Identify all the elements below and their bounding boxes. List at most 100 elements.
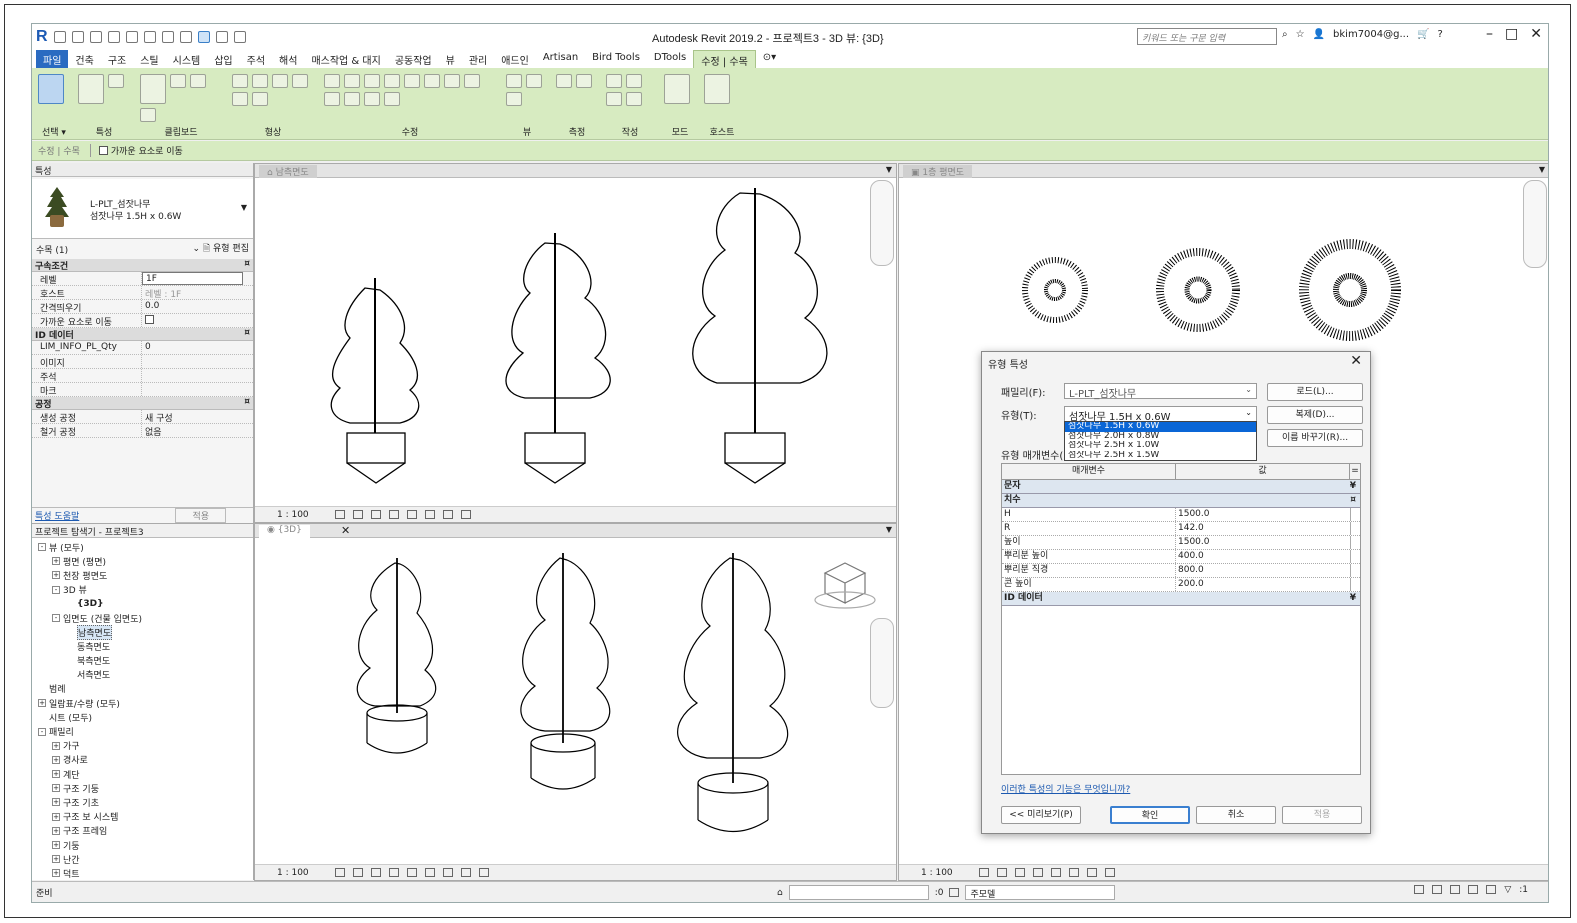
section-phasing[interactable]: 공정 ¤ <box>32 397 253 410</box>
param-formula-cell[interactable] <box>1350 522 1360 535</box>
tree-elevation-small[interactable] <box>330 278 420 484</box>
browser-node[interactable]: -뷰 (모두) <box>34 540 251 554</box>
expand-icon[interactable]: + <box>52 557 60 566</box>
param-value[interactable]: 1500.0 <box>1176 508 1350 521</box>
workset-field[interactable] <box>788 885 929 900</box>
prop-value[interactable] <box>142 314 253 327</box>
checkbox-box[interactable] <box>98 146 108 155</box>
user-name[interactable]: bkim7004@g... <box>1333 29 1409 40</box>
sun-path-icon[interactable] <box>370 510 381 519</box>
paint-icon[interactable] <box>292 74 308 88</box>
browser-node[interactable]: 서측면도 <box>34 668 251 682</box>
group-label[interactable]: 선택 ▾ <box>34 125 74 138</box>
column-header-value[interactable]: 값 <box>1176 464 1350 479</box>
view-scale[interactable]: 1 : 100 <box>921 868 953 878</box>
browser-node[interactable]: + 경사로 <box>34 753 251 767</box>
navigation-bar[interactable] <box>870 180 894 266</box>
override-icon[interactable] <box>526 74 542 88</box>
browser-node[interactable]: + 가구 <box>34 739 251 753</box>
crop-view-icon[interactable] <box>424 868 435 877</box>
temp-hide-icon[interactable] <box>478 868 489 877</box>
visual-style-icon[interactable] <box>996 868 1007 877</box>
offset-icon[interactable] <box>344 74 360 88</box>
create-assembly-icon[interactable] <box>606 92 622 106</box>
instance-filter[interactable]: 수목 (1) <box>36 243 68 256</box>
move-icon[interactable] <box>404 74 420 88</box>
temp-hide-icon[interactable] <box>442 510 453 519</box>
tab-analyze[interactable]: 해석 <box>272 50 304 68</box>
view-dropdown-icon[interactable]: ▼ <box>1539 165 1545 174</box>
expand-icon[interactable]: + <box>52 741 60 750</box>
cart-icon[interactable]: 🛒 <box>1417 29 1429 40</box>
trim-icon[interactable] <box>464 74 480 88</box>
collapse-icon[interactable]: - <box>52 585 60 594</box>
type-selector[interactable]: L-PLT_섬잣나무 섬잣나무 1.5H x 0.6W ▼ <box>32 179 253 239</box>
move-with-nearby-checkbox[interactable]: 가까운 요소로 이동 <box>89 144 183 157</box>
tag-icon[interactable] <box>161 31 174 43</box>
param-formula-cell[interactable] <box>1350 508 1360 521</box>
view-scale[interactable]: 1 : 100 <box>277 868 309 878</box>
browser-node[interactable]: + 일람표/수량 (모두) <box>34 696 251 710</box>
tab-addins[interactable]: 애드인 <box>494 50 536 68</box>
expand-icon[interactable]: + <box>52 869 60 878</box>
collapse-icon[interactable]: ¤ <box>244 328 250 340</box>
type-select[interactable]: 섬잣나무 1.5H x 0.6W ⌄ <box>1064 406 1257 423</box>
param-value[interactable]: 800.0 <box>1176 564 1350 577</box>
tab-manage[interactable]: 관리 <box>462 50 494 68</box>
create-similar-icon[interactable] <box>626 92 642 106</box>
tree-plan-medium[interactable] <box>1156 248 1240 332</box>
prop-value[interactable]: 0 <box>142 341 253 354</box>
split-icon[interactable] <box>324 92 340 106</box>
browser-node[interactable]: + 평면 (평면) <box>34 554 251 568</box>
section-dimensions[interactable]: 치수 ¤ <box>1002 494 1360 508</box>
sun-path-icon[interactable] <box>1014 868 1025 877</box>
delete-icon[interactable] <box>384 92 400 106</box>
type-dropdown-icon[interactable]: ▼ <box>241 203 247 212</box>
expand-icon[interactable]: ¥ <box>1350 480 1356 493</box>
view-scale[interactable]: 1 : 100 <box>277 510 309 520</box>
temp-hide-icon[interactable] <box>1086 868 1097 877</box>
browser-node[interactable]: 범례 <box>34 682 251 696</box>
tab-massing-site[interactable]: 매스작업 & 대지 <box>304 50 387 68</box>
detail-level-icon[interactable] <box>334 510 345 519</box>
tab-structure[interactable]: 구조 <box>101 50 133 68</box>
expand-icon[interactable]: ¥ <box>1350 592 1356 605</box>
select-pinned-icon[interactable] <box>1450 885 1461 894</box>
mirror-axis-icon[interactable] <box>364 74 380 88</box>
array-icon[interactable] <box>344 92 360 106</box>
view-tab-plan[interactable]: ▣ 1층 평면도 <box>903 165 973 178</box>
mirror-line-icon[interactable] <box>384 74 400 88</box>
tree-elevation-large[interactable] <box>692 188 828 484</box>
crop-view-icon[interactable] <box>1050 868 1061 877</box>
edit-type-button[interactable]: ⌄ 🗎 유형 편집 <box>193 241 249 257</box>
visual-style-icon[interactable] <box>352 510 363 519</box>
tree-plan-small[interactable] <box>1022 257 1088 323</box>
browser-node[interactable]: -3D 뷰 <box>34 583 251 597</box>
collapse-icon[interactable]: ¤ <box>244 259 250 271</box>
collapse-icon[interactable]: - <box>38 727 46 736</box>
rotate-icon[interactable] <box>444 74 460 88</box>
wall-joins-icon[interactable] <box>252 92 268 106</box>
dialog-close-icon[interactable]: ✕ <box>1350 353 1362 369</box>
3d-canvas[interactable] <box>255 538 896 864</box>
prop-value[interactable] <box>142 355 253 368</box>
preview-button[interactable]: << 미리보기(P) <box>1001 806 1081 824</box>
shadows-icon[interactable] <box>388 868 399 877</box>
show-crop-icon[interactable] <box>1068 868 1079 877</box>
tab-file[interactable]: 파일 <box>36 50 69 68</box>
design-options-icon[interactable] <box>949 888 960 897</box>
tab-modify-planting[interactable]: 수정 | 수목 <box>693 50 756 68</box>
browser-node[interactable]: + 구조 프레임 <box>34 824 251 838</box>
tab-view[interactable]: 뷰 <box>439 50 462 68</box>
tab-insert[interactable]: 삽입 <box>207 50 239 68</box>
view-cube-icon[interactable] <box>814 562 876 609</box>
view-dropdown-icon[interactable]: ▼ <box>886 525 892 534</box>
browser-node[interactable]: + 덕트 <box>34 866 251 880</box>
close-hidden-icon[interactable] <box>215 31 228 43</box>
section-id-data[interactable]: ID 데이터 ¥ <box>1002 592 1360 606</box>
collapse-icon[interactable]: - <box>52 614 60 623</box>
expand-icon[interactable]: + <box>52 855 60 864</box>
south-canvas[interactable] <box>255 178 896 506</box>
param-formula-cell[interactable] <box>1350 536 1360 549</box>
visual-style-icon[interactable] <box>352 868 363 877</box>
